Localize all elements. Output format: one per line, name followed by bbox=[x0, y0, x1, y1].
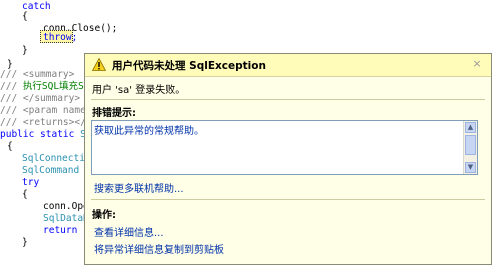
code-line: } bbox=[22, 45, 28, 56]
code-line: public static Sq bbox=[0, 129, 92, 140]
view-details-link[interactable]: 查看详细信息... bbox=[94, 224, 164, 239]
scroll-thumb[interactable] bbox=[465, 135, 476, 155]
copy-details-link[interactable]: 将异常详细信息复制到剪贴板 bbox=[94, 241, 224, 256]
close-button[interactable]: × bbox=[471, 58, 483, 70]
code-line: { bbox=[7, 141, 13, 152]
code-line: { bbox=[22, 11, 28, 22]
exception-header: 用户代码未处理 SqlException × bbox=[85, 54, 491, 77]
exception-assistant: 用户代码未处理 SqlException × 用户 'sa' 登录失败。 排错提… bbox=[84, 53, 492, 265]
code-line: return s bbox=[43, 225, 89, 236]
divider bbox=[91, 199, 485, 200]
warning-triangle-icon bbox=[92, 58, 106, 71]
code-line: } bbox=[22, 237, 28, 248]
scroll-down-button[interactable]: ▼ bbox=[465, 162, 476, 173]
divider bbox=[91, 99, 485, 100]
troubleshooting-list[interactable]: 获取此异常的常规帮助。 ▲ ▼ bbox=[91, 120, 478, 175]
code-line: { bbox=[22, 189, 28, 200]
troubleshooting-header: 排错提示: bbox=[92, 108, 136, 119]
exception-title: 用户代码未处理 SqlException bbox=[112, 60, 266, 72]
scrollbar[interactable]: ▲ ▼ bbox=[463, 121, 477, 174]
search-more-help-link[interactable]: 搜索更多联机帮助... bbox=[94, 180, 184, 195]
actions-header: 操作: bbox=[92, 210, 116, 221]
code-line-throw: throw; bbox=[43, 32, 78, 43]
scroll-up-button[interactable]: ▲ bbox=[465, 122, 476, 133]
exception-message: 用户 'sa' 登录失败。 bbox=[92, 85, 186, 96]
troubleshooting-tip-link[interactable]: 获取此异常的常规帮助。 bbox=[94, 122, 204, 137]
